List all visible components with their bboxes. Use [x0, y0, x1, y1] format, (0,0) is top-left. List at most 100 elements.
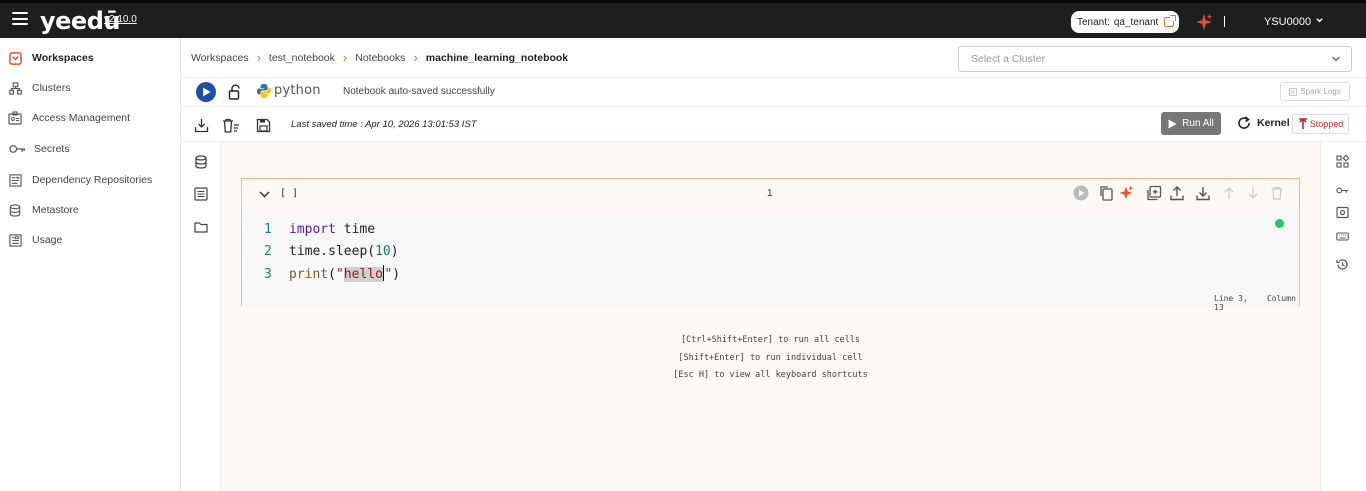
download-icon[interactable]: [194, 118, 209, 133]
sidebar-item-label: Dependency Repositories: [32, 174, 153, 186]
top-bar: yeedū v2.10.0 Tenant: qa_tenant YSU0000: [0, 0, 1366, 38]
cursor-line: Line 3,: [1214, 294, 1248, 303]
app-version[interactable]: v2.10.0: [104, 14, 137, 25]
run-cell-button[interactable]: [196, 82, 216, 102]
chevron-right-icon: ›: [342, 50, 348, 65]
user-menu[interactable]: YSU0000: [1264, 16, 1311, 28]
code-editor[interactable]: 1 import time 2 time.sleep(10) 3 print("…: [242, 209, 1299, 312]
sidebar-item-secrets[interactable]: Secrets: [8, 139, 70, 159]
move-down-icon[interactable]: [1245, 185, 1261, 201]
code-text: time: [335, 221, 376, 237]
python-logo-icon: [257, 84, 271, 98]
breadcrumb-item[interactable]: Workspaces: [191, 52, 249, 64]
table-of-contents-icon[interactable]: [194, 187, 208, 201]
chevron-right-icon: ›: [413, 50, 418, 65]
key-icon: [8, 142, 26, 156]
database-icon: [8, 203, 22, 217]
sidebar-item-workspaces[interactable]: Workspaces: [8, 48, 94, 68]
cell-number: 1: [767, 188, 773, 199]
cluster-select-placeholder: Select a Cluster: [971, 53, 1046, 65]
move-up-icon[interactable]: [1221, 185, 1237, 201]
database-icon[interactable]: [194, 155, 208, 169]
cluster-select[interactable]: Select a Cluster: [958, 46, 1352, 72]
tenant-label: Tenant:: [1077, 16, 1110, 28]
sidebar-item-label: Access Management: [32, 112, 131, 124]
download-icon[interactable]: [1195, 185, 1211, 201]
keyboard-icon[interactable]: [1336, 230, 1349, 243]
run-cell-icon[interactable]: [1073, 185, 1089, 201]
last-saved-time: Last saved time : Apr 10, 2026 13:01:53 …: [291, 119, 477, 130]
refresh-icon: [1238, 116, 1250, 129]
ai-assistant-icon[interactable]: [1118, 185, 1134, 201]
clear-outputs-icon[interactable]: [222, 118, 240, 133]
play-icon: [1168, 119, 1177, 128]
add-cell-icon[interactable]: [1146, 185, 1162, 201]
code-string-quote: ": [335, 266, 344, 282]
kernel-restart-button[interactable]: Kernel: [1237, 116, 1290, 130]
repository-icon: [8, 173, 22, 187]
spark-logs-button[interactable]: Spark Logs: [1280, 82, 1350, 101]
save-icon[interactable]: [256, 118, 271, 133]
code-text: time.sleep: [289, 243, 368, 259]
code-keyword: import: [289, 221, 336, 237]
cursor-position: Line 3, Column 13: [1214, 294, 1299, 312]
spark-logs-label: Spark Logs: [1300, 87, 1341, 96]
breadcrumb-item[interactable]: test_notebook: [269, 52, 335, 64]
code-selected-text: hello: [343, 266, 383, 282]
tenant-value: qa_tenant: [1113, 16, 1159, 28]
chevron-right-icon: ›: [256, 50, 261, 65]
key-icon[interactable]: [1336, 184, 1349, 197]
breadcrumb-item[interactable]: Notebooks: [355, 52, 405, 64]
notebook-actions-bar: Last saved time : Apr 10, 2026 13:01:53 …: [181, 107, 1366, 142]
sidebar-item-clusters[interactable]: Clusters: [8, 78, 71, 98]
sidebar-item-access-management[interactable]: Access Management: [8, 108, 130, 128]
line-number: 2: [264, 243, 272, 259]
kernel-status: Stopped: [1309, 119, 1344, 129]
delete-icon[interactable]: [1269, 185, 1285, 201]
chevron-down-icon[interactable]: [259, 189, 270, 199]
ai-assistant-icon[interactable]: [1195, 13, 1213, 31]
breadcrumb-bar: Workspaces › test_notebook › Notebooks ›…: [181, 38, 1366, 78]
notebook-toolbar: python Notebook auto-saved successfully …: [181, 78, 1366, 107]
external-link-icon[interactable]: [1164, 15, 1177, 27]
hint-line: [Ctrl+Shift+Enter] to run all cells: [680, 335, 861, 345]
history-icon[interactable]: [1336, 258, 1349, 271]
folder-icon[interactable]: [194, 220, 208, 234]
notebook-left-panel: [181, 142, 221, 491]
power-off-icon: [1298, 118, 1307, 129]
autosave-status: Notebook auto-saved successfully: [343, 86, 495, 97]
logs-icon: [1289, 87, 1298, 96]
header-divider: [1224, 16, 1225, 27]
upload-icon[interactable]: [1169, 185, 1185, 201]
unlock-icon[interactable]: [228, 84, 242, 100]
code-function: print: [289, 266, 329, 282]
copy-icon[interactable]: [1098, 185, 1114, 201]
tenant-selector[interactable]: Tenant: qa_tenant: [1071, 11, 1179, 33]
cell-status-indicator: [1275, 219, 1284, 228]
sidebar-item-dependency-repositories[interactable]: Dependency Repositories: [8, 170, 152, 190]
hint-line: [Esc H] to view all keyboard shortcuts: [673, 370, 868, 380]
access-management-icon: [8, 111, 22, 125]
settings-panel-icon[interactable]: [1336, 206, 1349, 219]
code-cell[interactable]: [ ] 1 1 import time 2 time.sleep(10) 3 p…: [241, 178, 1300, 312]
workspace-icon: [8, 51, 22, 65]
notebook-canvas: [ ] 1 1 import time 2 time.sleep(10) 3 p…: [221, 142, 1320, 491]
sidebar-item-usage[interactable]: Usage: [8, 230, 62, 250]
chevron-down-icon[interactable]: [1315, 16, 1324, 25]
code-paren: (: [367, 243, 376, 259]
chevron-down-icon: [1332, 56, 1340, 62]
kernel-status-badge[interactable]: Stopped: [1292, 114, 1349, 134]
menu-icon[interactable]: [12, 12, 28, 25]
run-all-button[interactable]: Run All: [1161, 112, 1221, 135]
run-all-label: Run All: [1182, 118, 1214, 129]
widgets-icon[interactable]: [1336, 155, 1349, 168]
sidebar-item-metastore[interactable]: Metastore: [8, 200, 79, 220]
code-paren: (: [328, 266, 336, 282]
breadcrumb: Workspaces › test_notebook › Notebooks ›…: [191, 50, 568, 65]
notebook-right-panel: [1320, 142, 1366, 491]
sidebar: Workspaces Clusters Access Management Se…: [0, 38, 181, 491]
hint-line: [Shift+Enter] to run individual cell: [678, 352, 863, 363]
play-icon: [202, 87, 210, 97]
sidebar-item-label: Usage: [32, 234, 63, 246]
code-paren: ): [390, 243, 399, 259]
